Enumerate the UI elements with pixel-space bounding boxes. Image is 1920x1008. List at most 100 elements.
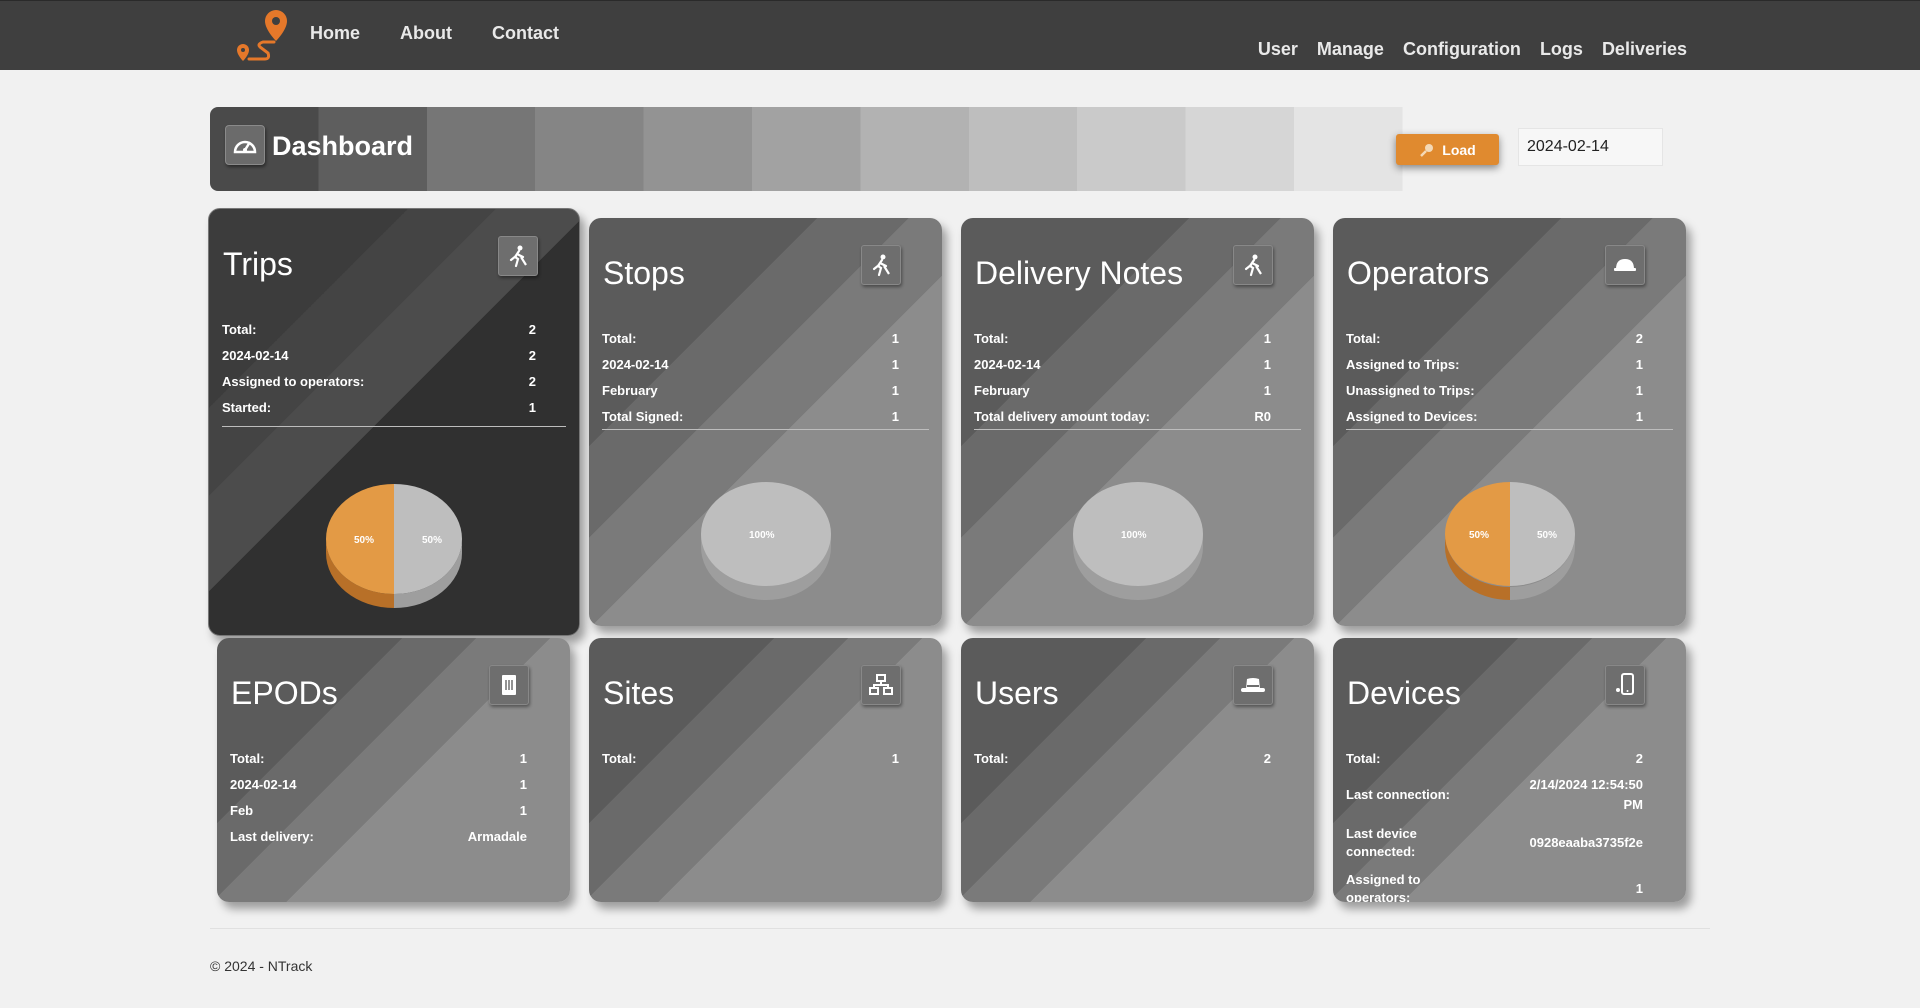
divider bbox=[222, 426, 566, 427]
hard-hat-icon bbox=[1605, 245, 1645, 285]
top-navbar: Home About Contact User Manage Configura… bbox=[0, 0, 1920, 70]
speedometer-icon bbox=[225, 125, 265, 165]
delivery-notes-pie-chart: 100% bbox=[1072, 482, 1203, 600]
stat-value: 1 bbox=[891, 330, 899, 346]
stat-value: 0928eaaba3735f2e bbox=[1529, 835, 1644, 850]
stat-label: Assigned to operators: bbox=[1346, 872, 1421, 902]
stat-value: 1 bbox=[528, 399, 536, 415]
mobile-device-icon bbox=[1605, 665, 1645, 705]
stat-value: 2 bbox=[528, 347, 536, 363]
stat-label: Total: bbox=[602, 750, 637, 766]
stat-value: Armadale bbox=[467, 828, 527, 844]
nav-configuration-link[interactable]: Configuration bbox=[1403, 39, 1521, 60]
stat-value: R0 bbox=[1254, 408, 1271, 424]
stat-label: Assigned to Trips: bbox=[1346, 356, 1460, 372]
hat-icon bbox=[1233, 665, 1273, 705]
stat-label: Last device connected: bbox=[1346, 826, 1417, 859]
nav-logs-link[interactable]: Logs bbox=[1540, 39, 1583, 60]
epods-card[interactable]: EPODs Total: 1 2024-02-14 1 Feb 1 Last deli… bbox=[217, 638, 570, 902]
stat-label: Total: bbox=[230, 750, 265, 766]
stat-label: February bbox=[974, 382, 1030, 398]
card-title: EPODs bbox=[231, 675, 338, 711]
pie-label: 50% bbox=[422, 535, 442, 546]
dashboard-header: Dashboard Load bbox=[210, 107, 1663, 191]
card-title: Operators bbox=[1347, 255, 1490, 291]
stops-card[interactable]: Stops Total: 1 2024-02-14 1 February 1 Tota… bbox=[589, 218, 942, 626]
walking-person-icon bbox=[861, 245, 901, 285]
pie-label: 50% bbox=[1469, 530, 1489, 541]
stat-value: 1 bbox=[1635, 356, 1643, 372]
stat-value: 2 bbox=[528, 321, 536, 337]
load-button-label: Load bbox=[1442, 141, 1476, 158]
stat-value: 1 bbox=[1635, 382, 1643, 398]
stat-value: 2 bbox=[528, 373, 536, 389]
nav-about-link[interactable]: About bbox=[400, 23, 452, 44]
stat-label: Started: bbox=[222, 399, 272, 415]
stat-label: Total: bbox=[974, 330, 1009, 346]
nav-home-link[interactable]: Home bbox=[310, 23, 360, 44]
stat-label: Feb bbox=[230, 802, 254, 818]
stat-value: 1 bbox=[1263, 382, 1271, 398]
stat-value: 1 bbox=[891, 382, 899, 398]
date-field[interactable] bbox=[1518, 128, 1663, 166]
stat-value: 1 bbox=[1263, 330, 1271, 346]
footer-copyright: © 2024 - NTrack bbox=[210, 958, 313, 974]
walking-person-icon bbox=[1233, 245, 1273, 285]
stat-label: Total: bbox=[222, 321, 257, 337]
stat-label: Assigned to Devices: bbox=[1346, 408, 1478, 424]
card-title: Users bbox=[975, 675, 1059, 711]
stat-value: 2 bbox=[1263, 750, 1271, 766]
stat-value: 2 bbox=[1635, 750, 1643, 766]
card-title: Devices bbox=[1347, 675, 1461, 711]
stat-value: 1 bbox=[519, 750, 527, 766]
stat-label: Total Signed: bbox=[602, 408, 684, 424]
stat-label: February bbox=[602, 382, 658, 398]
divider bbox=[1346, 429, 1673, 430]
delivery-notes-card[interactable]: Delivery Notes Total: 1 2024-02-14 1 Febru… bbox=[961, 218, 1314, 626]
stat-label: 2024-02-14 bbox=[974, 356, 1041, 372]
trips-pie-chart: 50% 50% bbox=[326, 484, 462, 608]
stat-label: 2024-02-14 bbox=[602, 356, 669, 372]
stat-value: 1 bbox=[519, 776, 527, 792]
sites-card[interactable]: Sites Total: 1 bbox=[589, 638, 942, 902]
pie-label: 100% bbox=[1121, 530, 1147, 541]
stat-value: 1 bbox=[1635, 881, 1643, 896]
nav-deliveries-link[interactable]: Deliveries bbox=[1602, 39, 1687, 60]
stat-value: 1 bbox=[1635, 408, 1643, 424]
stat-label: Total delivery amount today: bbox=[974, 408, 1151, 424]
stat-label: 2024-02-14 bbox=[230, 776, 297, 792]
load-button[interactable]: Load bbox=[1396, 134, 1499, 165]
nav-user-link[interactable]: User bbox=[1258, 39, 1298, 60]
stat-label: Total: bbox=[602, 330, 637, 346]
key-icon bbox=[1420, 143, 1434, 157]
stat-label: Last connection: bbox=[1346, 787, 1451, 802]
sitemap-icon bbox=[861, 665, 901, 705]
nav-manage-link[interactable]: Manage bbox=[1317, 39, 1384, 60]
divider bbox=[602, 429, 929, 430]
operators-pie-chart: 50% 50% bbox=[1444, 482, 1575, 600]
pie-label: 50% bbox=[1537, 530, 1557, 541]
divider bbox=[974, 429, 1301, 430]
operators-card[interactable]: Operators Total: 2 Assigned to Trips: 1 Un… bbox=[1333, 218, 1686, 626]
devices-card[interactable]: Devices Total: 2 Last connection: 2/14/202… bbox=[1333, 638, 1686, 902]
pie-label: 50% bbox=[354, 535, 374, 546]
stat-value: 2/14/2024 12:54:50 PM bbox=[1529, 777, 1643, 812]
pie-label: 100% bbox=[749, 530, 775, 541]
stops-pie-chart: 100% bbox=[700, 482, 831, 600]
stat-label: Total: bbox=[1346, 330, 1381, 346]
stat-value: 1 bbox=[891, 408, 899, 424]
stat-value: 1 bbox=[891, 750, 899, 766]
ntrack-logo-icon[interactable] bbox=[232, 6, 290, 64]
footer-divider bbox=[210, 928, 1710, 929]
nav-contact-link[interactable]: Contact bbox=[492, 23, 559, 44]
stat-value: 1 bbox=[891, 356, 899, 372]
card-title: Sites bbox=[603, 675, 675, 711]
trips-card[interactable]: Trips Total: 2 2024-02-14 2 Assigned to op… bbox=[208, 208, 580, 636]
walking-person-icon bbox=[498, 236, 538, 276]
document-icon bbox=[489, 665, 529, 705]
card-title: Delivery Notes bbox=[975, 255, 1184, 291]
users-card[interactable]: Users Total: 2 bbox=[961, 638, 1314, 902]
stat-label: Total: bbox=[1346, 750, 1381, 766]
stat-value: 1 bbox=[519, 802, 527, 818]
stat-value: 2 bbox=[1635, 330, 1643, 346]
